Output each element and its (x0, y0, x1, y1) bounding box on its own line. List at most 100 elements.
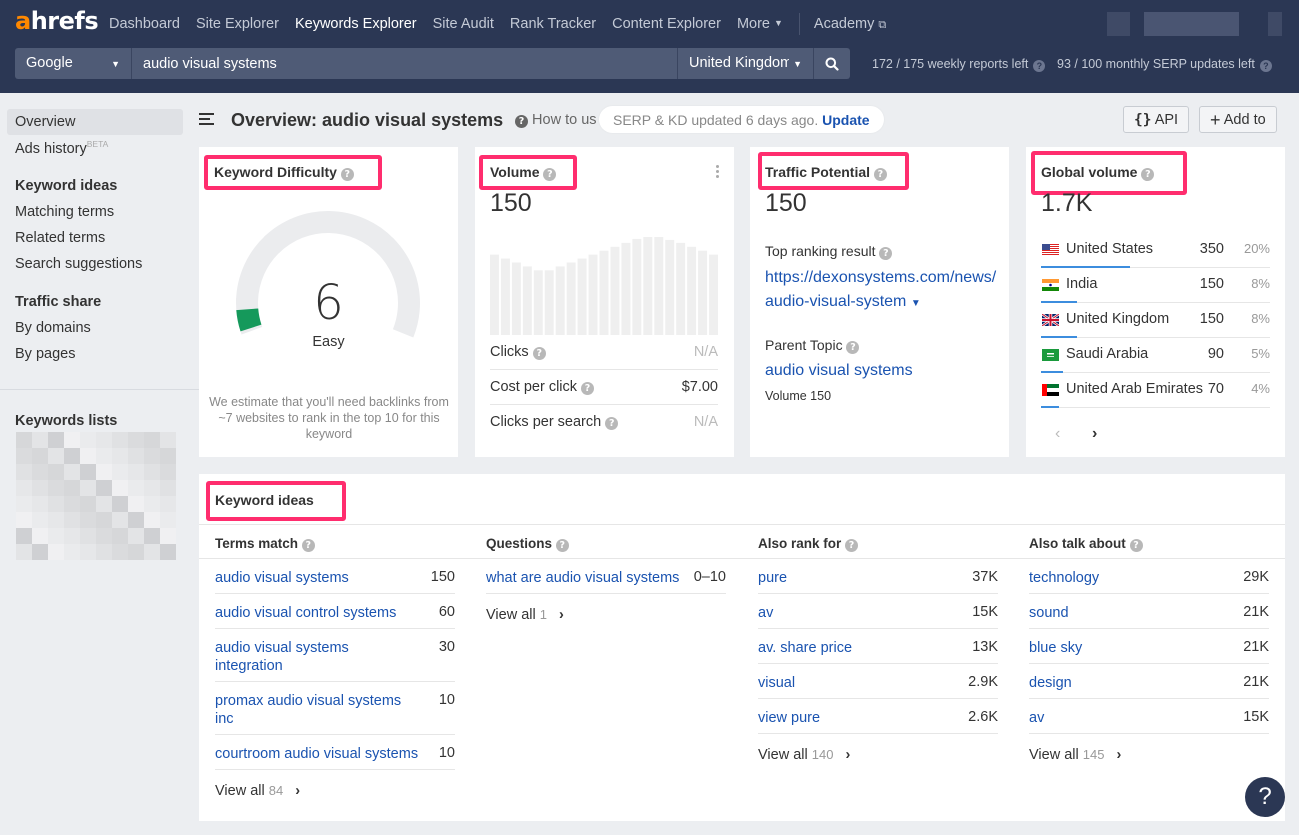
keyword-link[interactable]: visual (758, 674, 988, 692)
keyword-input[interactable] (132, 48, 678, 79)
blur-pixel (48, 496, 64, 512)
keyword-link[interactable]: view pure (758, 709, 988, 727)
keyword-link[interactable]: audio visual systems (215, 569, 445, 587)
trend-bar[interactable] (533, 270, 543, 335)
caret-down-icon[interactable]: ▼ (911, 298, 921, 309)
view-all-link[interactable]: View all 1 › (486, 607, 564, 623)
help-icon[interactable]: ? (1259, 60, 1272, 72)
view-all-link[interactable]: View all 140 › (758, 747, 850, 763)
blur-pixel (112, 496, 128, 512)
help-icon[interactable]: ? (1129, 539, 1143, 552)
keyword-link[interactable]: audio visual control systems (215, 604, 445, 622)
trend-bar[interactable] (577, 258, 587, 335)
sidebar-item-by-pages[interactable]: By pages (15, 346, 75, 362)
nav-site-explorer[interactable]: Site Explorer (196, 16, 279, 32)
top-ranking-url-link[interactable]: https://dexonsystems.com/news/audio-visu… (765, 266, 997, 316)
trend-bar[interactable] (643, 237, 653, 335)
keyword-link[interactable]: blue sky (1029, 639, 1259, 657)
more-options-icon[interactable] (716, 165, 720, 180)
keyword-link[interactable]: what are audio visual systems (486, 569, 716, 587)
help-icon[interactable]: ? (301, 539, 315, 552)
chevron-right-icon: › (845, 747, 851, 763)
help-icon[interactable]: ? (1033, 60, 1046, 72)
country-row: Saudi Arabia 90 5% (1041, 338, 1270, 373)
trend-bar[interactable] (544, 270, 554, 335)
help-icon[interactable]: ? (532, 347, 546, 360)
trend-bar[interactable] (687, 246, 697, 335)
help-icon[interactable]: ? (873, 168, 887, 181)
account-name-blurred[interactable] (1144, 12, 1239, 36)
nav-rank-tracker[interactable]: Rank Tracker (510, 16, 596, 32)
trend-bar[interactable] (566, 262, 576, 335)
divider (199, 524, 1285, 525)
update-link[interactable]: Update (822, 112, 869, 128)
help-icon[interactable]: ? (845, 539, 859, 552)
nav-keywords-explorer[interactable]: Keywords Explorer (295, 16, 417, 32)
keyword-link[interactable]: sound (1029, 604, 1259, 622)
trend-bar[interactable] (522, 266, 532, 335)
help-icon[interactable]: ? (581, 382, 595, 395)
help-icon[interactable]: ? (879, 247, 893, 260)
help-icon[interactable]: ? (605, 417, 619, 430)
ahrefs-logo[interactable]: ahrefs (15, 7, 99, 35)
account-blurred[interactable] (1107, 12, 1130, 36)
help-icon[interactable]: ? (543, 168, 557, 181)
trend-bar[interactable] (709, 254, 718, 335)
keyword-link[interactable]: courtroom audio visual systems (215, 745, 445, 763)
help-chat-button[interactable]: ? (1245, 777, 1285, 817)
sidebar-item-matching-terms[interactable]: Matching terms (15, 204, 114, 220)
keyword-link[interactable]: design (1029, 674, 1259, 692)
sidebar-item-ads-history[interactable]: Ads historyBETA (15, 139, 108, 157)
trend-bar[interactable] (511, 262, 521, 335)
trend-bar[interactable] (632, 238, 642, 335)
nav-site-audit[interactable]: Site Audit (433, 16, 494, 32)
trend-bar[interactable] (676, 242, 686, 335)
nav-academy[interactable]: Academy ⧉ (814, 16, 886, 32)
parent-topic-link[interactable]: audio visual systems (765, 359, 997, 383)
trend-bar[interactable] (490, 254, 499, 335)
account-menu-blurred[interactable] (1268, 12, 1282, 36)
sidebar-item-overview[interactable]: Overview (7, 109, 183, 135)
keyword-link[interactable]: audio visual systems integration (215, 639, 405, 675)
prev-page-button[interactable]: ‹ (1055, 425, 1060, 443)
nav-dashboard[interactable]: Dashboard (109, 16, 180, 32)
keyword-link[interactable]: av (1029, 709, 1259, 727)
country-select[interactable]: United Kingdom ▼ (678, 48, 814, 79)
trend-bar[interactable] (621, 242, 631, 335)
next-page-button[interactable]: › (1092, 425, 1097, 443)
help-icon[interactable]: ? (846, 341, 860, 354)
help-icon[interactable]: ? (1141, 168, 1155, 181)
trend-bar[interactable] (500, 258, 510, 335)
hamburger-menu-icon[interactable] (199, 113, 214, 125)
api-button[interactable]: {} API (1123, 106, 1190, 133)
weekly-reports-quota: 172 / 175 weekly reports left? (872, 57, 1046, 72)
search-engine-select[interactable]: Google ▼ (15, 48, 132, 79)
sidebar-item-by-domains[interactable]: By domains (15, 320, 91, 336)
view-all-link[interactable]: View all 145 › (1029, 747, 1121, 763)
add-to-button[interactable]: + Add to (1199, 106, 1277, 133)
trend-bar[interactable] (610, 246, 620, 335)
blur-pixel (32, 480, 48, 496)
trend-bar[interactable] (599, 250, 609, 335)
keyword-link[interactable]: promax audio visual systems inc (215, 692, 405, 728)
trend-bar[interactable] (588, 254, 598, 335)
view-all-link[interactable]: View all 84 › (215, 783, 300, 799)
nav-more-dropdown[interactable]: More ▼ (737, 16, 783, 32)
nav-content-explorer[interactable]: Content Explorer (612, 16, 721, 32)
trend-bar[interactable] (654, 237, 664, 335)
help-icon[interactable]: ? (340, 168, 354, 181)
how-to-use-link[interactable]: ? How to us (515, 112, 597, 128)
keyword-link[interactable]: technology (1029, 569, 1259, 587)
sidebar-item-related-terms[interactable]: Related terms (15, 230, 105, 246)
trend-bar[interactable] (698, 250, 708, 335)
trend-bar[interactable] (665, 239, 675, 335)
help-icon[interactable]: ? (555, 539, 569, 552)
keyword-link[interactable]: pure (758, 569, 988, 587)
keyword-link[interactable]: av. share price (758, 639, 988, 657)
sidebar-item-search-suggestions[interactable]: Search suggestions (15, 256, 142, 272)
keyword-difficulty-card: Keyword Difficulty ? 6 Easy We estimate … (199, 147, 458, 457)
blur-pixel (160, 448, 176, 464)
search-button[interactable] (814, 48, 850, 79)
trend-bar[interactable] (555, 266, 565, 335)
keyword-link[interactable]: av (758, 604, 988, 622)
